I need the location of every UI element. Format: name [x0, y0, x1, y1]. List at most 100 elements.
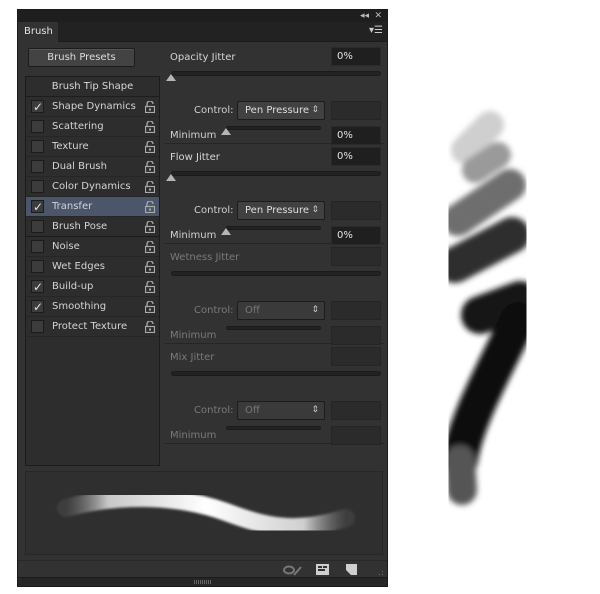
checkbox[interactable] [31, 180, 44, 193]
list-item-protect-texture[interactable]: Protect Texture [26, 317, 159, 337]
preview-stroke [57, 488, 355, 537]
open-preset-manager-icon[interactable] [316, 564, 330, 576]
select-arrows-icon: ⇕ [311, 405, 319, 415]
unlocked-icon[interactable] [145, 321, 155, 333]
control-select[interactable]: Off ⇕ [237, 301, 325, 320]
section-wetness-jitter: Wetness Jitter Control: Off ⇕ Minimum [164, 244, 385, 345]
minimum-slider[interactable] [226, 226, 321, 230]
unlocked-icon[interactable] [145, 241, 155, 253]
list-item-label: Texture [52, 141, 89, 152]
select-arrows-icon: ⇕ [311, 305, 319, 315]
brush-stroke-preview [25, 471, 383, 555]
list-item-shape-dynamics[interactable]: ✓ Shape Dynamics [26, 97, 159, 117]
checkbox[interactable] [31, 120, 44, 133]
checkbox[interactable]: ✓ [31, 280, 44, 294]
unlocked-icon[interactable] [145, 121, 155, 133]
close-icon[interactable]: ✕ [374, 10, 382, 22]
unlocked-icon[interactable] [145, 161, 155, 173]
minimum-label: Minimum [170, 430, 217, 441]
section-title: Wetness Jitter [170, 252, 240, 263]
section-flow-jitter: Flow Jitter 0% Control: Pen Pressure ⇕ Minimu… [164, 144, 385, 245]
control-select[interactable]: Off ⇕ [237, 401, 325, 420]
control-label: Control: [194, 105, 234, 116]
minimum-value-input[interactable] [331, 426, 381, 445]
list-item-build-up[interactable]: ✓ Build-up [26, 277, 159, 297]
list-item-texture[interactable]: Texture [26, 137, 159, 157]
list-item-label: Color Dynamics [52, 181, 131, 192]
jitter-slider[interactable] [171, 171, 381, 176]
checkbox[interactable]: ✓ [31, 200, 44, 214]
list-item-color-dynamics[interactable]: Color Dynamics [26, 177, 159, 197]
list-item-scattering[interactable]: Scattering [26, 117, 159, 137]
unlocked-icon[interactable] [145, 281, 155, 293]
jitter-slider[interactable] [171, 371, 381, 376]
minimum-slider[interactable] [226, 426, 321, 430]
unlocked-icon[interactable] [145, 261, 155, 273]
resize-grip[interactable] [375, 567, 385, 577]
jitter-value-input[interactable] [331, 347, 381, 366]
jitter-value-input[interactable]: 0% [331, 147, 381, 166]
list-item-noise[interactable]: Noise [26, 237, 159, 257]
toggle-live-tip-preview-icon[interactable] [283, 564, 303, 576]
panel-titlebar: ◂◂ ✕ [18, 10, 387, 22]
jitter-slider[interactable] [171, 271, 381, 276]
jitter-value-input[interactable] [331, 247, 381, 266]
checkbox[interactable] [31, 160, 44, 173]
minimum-slider[interactable] [226, 326, 321, 330]
checkbox[interactable] [31, 220, 44, 233]
control-extra-field [331, 301, 381, 320]
checkbox[interactable]: ✓ [31, 300, 44, 314]
checkbox[interactable] [31, 260, 44, 273]
jitter-value-input[interactable]: 0% [331, 47, 381, 66]
jitter-slider[interactable] [171, 71, 381, 76]
checkbox[interactable] [31, 240, 44, 253]
checkmark-icon: ✓ [33, 200, 44, 214]
double-chevron-left-icon[interactable]: ◂◂ [360, 10, 369, 22]
create-new-brush-icon[interactable] [346, 564, 358, 576]
minimum-slider-thumb[interactable] [221, 128, 231, 135]
list-item-label: Smoothing [52, 301, 107, 312]
minimum-value-input[interactable]: 0% [331, 226, 381, 245]
unlocked-icon[interactable] [145, 141, 155, 153]
minimum-value-input[interactable] [331, 326, 381, 345]
panel-menu-icon[interactable]: ▾☰ [369, 26, 383, 36]
section-mix-jitter: Mix Jitter Control: Off ⇕ Minimum [164, 344, 385, 445]
unlocked-icon[interactable] [145, 181, 155, 193]
section-title: Opacity Jitter [170, 52, 236, 63]
minimum-label: Minimum [170, 130, 217, 141]
list-item-brush-pose[interactable]: Brush Pose [26, 217, 159, 237]
control-select[interactable]: Pen Pressure ⇕ [237, 201, 325, 220]
brush-presets-button[interactable]: Brush Presets [28, 48, 135, 67]
panel-bottom-grip[interactable] [18, 577, 387, 586]
minimum-value-input[interactable]: 0% [331, 126, 381, 145]
checkbox[interactable] [31, 320, 44, 333]
minimum-slider[interactable] [226, 126, 321, 130]
tab-brush[interactable]: Brush [18, 22, 58, 43]
settings-pane: Opacity Jitter 0% Control: Pen Pressure ⇕ Min… [164, 44, 385, 445]
list-item-wet-edges[interactable]: Wet Edges [26, 257, 159, 277]
control-value: Off [245, 405, 260, 416]
unlocked-icon[interactable] [145, 301, 155, 313]
unlocked-icon[interactable] [145, 221, 155, 233]
unlocked-icon[interactable] [145, 101, 155, 113]
checkbox[interactable]: ✓ [31, 100, 44, 114]
list-item-transfer[interactable]: ✓ Transfer [26, 197, 159, 217]
control-select[interactable]: Pen Pressure ⇕ [237, 101, 325, 120]
control-label: Control: [194, 305, 234, 316]
list-item-label: Dual Brush [52, 161, 107, 172]
checkmark-icon: ✓ [33, 300, 44, 314]
jitter-slider-thumb[interactable] [166, 174, 176, 181]
unlocked-icon[interactable] [145, 201, 155, 213]
list-item-smoothing[interactable]: ✓ Smoothing [26, 297, 159, 317]
list-item-label: Transfer [52, 201, 93, 212]
brush-tip-shape-item[interactable]: Brush Tip Shape [26, 77, 159, 97]
panel-footer [18, 560, 387, 578]
minimum-slider-thumb[interactable] [221, 228, 231, 235]
list-item-dual-brush[interactable]: Dual Brush [26, 157, 159, 177]
select-arrows-icon: ⇕ [311, 205, 319, 215]
list-item-label: Shape Dynamics [52, 101, 136, 112]
checkbox[interactable] [31, 140, 44, 153]
jitter-slider-thumb[interactable] [166, 74, 176, 81]
brush-settings-list: Brush Tip Shape ✓ Shape Dynamics Scatterin… [25, 76, 160, 466]
section-title: Mix Jitter [170, 352, 215, 363]
